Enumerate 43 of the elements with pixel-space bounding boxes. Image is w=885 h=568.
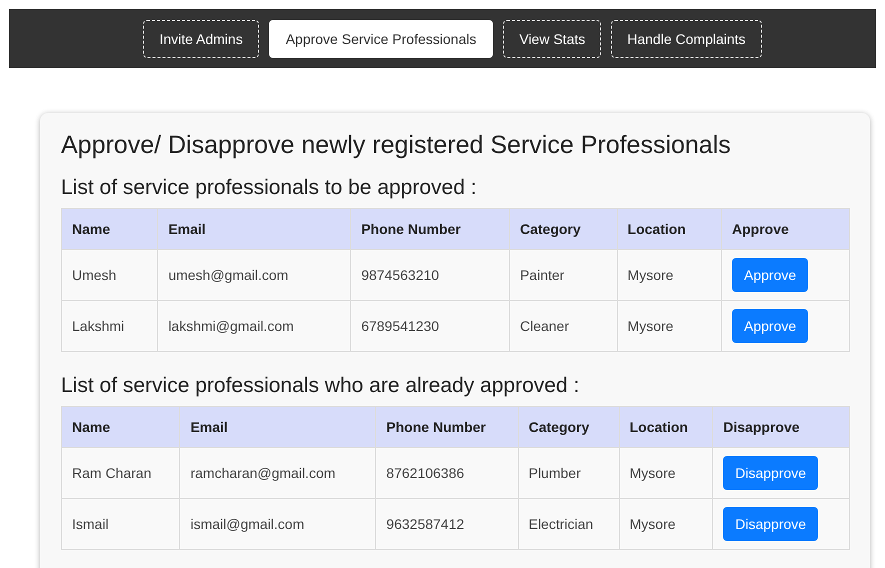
table-cell: 9632587412 [376,498,518,550]
table-cell: ismail@gmail.com [180,498,376,550]
column-header: Category [518,406,620,448]
column-header: Name [62,406,180,448]
table-cell: Electrician [518,498,620,550]
table-cell: Mysore [619,448,713,498]
table-cell: 9874563210 [350,250,510,300]
table-cell: lakshmi@gmail.com [158,300,351,352]
nav-tab[interactable]: View Stats [503,20,602,58]
table-cell: Lakshmi [62,300,158,352]
table-cell: Ram Charan [62,448,180,498]
column-header: Phone Number [350,208,510,250]
column-header: Location [617,208,722,250]
section-heading: List of service professionals to be approved : [61,176,478,200]
column-header: Category [509,208,618,250]
column-header: Approve [722,208,850,250]
action-button[interactable]: Disapprove [723,507,818,541]
column-header: Email [180,406,376,448]
table-cell: Cleaner [509,300,618,352]
nav-tab[interactable]: Handle Complaints [611,20,762,58]
nav-tab[interactable]: Invite Admins [143,20,259,58]
nav-tab[interactable]: Approve Service Professionals [268,20,494,58]
column-header: Disapprove [712,406,850,448]
table-cell: Plumber [518,448,620,498]
table-cell: Mysore [619,498,713,550]
table-cell: Mysore [617,300,722,352]
column-header: Location [619,406,713,448]
table-cell: 6789541230 [350,300,510,352]
column-header: Phone Number [376,406,518,448]
section-heading: List of service professionals who are already approved : [61,374,580,398]
action-button[interactable]: Approve [732,309,808,343]
table-cell: ramcharan@gmail.com [180,448,376,498]
page-title: Approve/ Disapprove newly registered Service Professionals [61,131,732,160]
column-header: Email [158,208,351,250]
table-cell: 8762106386 [376,448,518,498]
column-header: Name [62,208,158,250]
table-cell: Mysore [617,250,722,300]
table-cell: Umesh [62,250,158,300]
table-cell: Painter [509,250,618,300]
table-cell: umesh@gmail.com [158,250,351,300]
table-cell: Ismail [62,498,180,550]
action-button[interactable]: Approve [732,258,808,292]
action-button[interactable]: Disapprove [723,456,818,490]
